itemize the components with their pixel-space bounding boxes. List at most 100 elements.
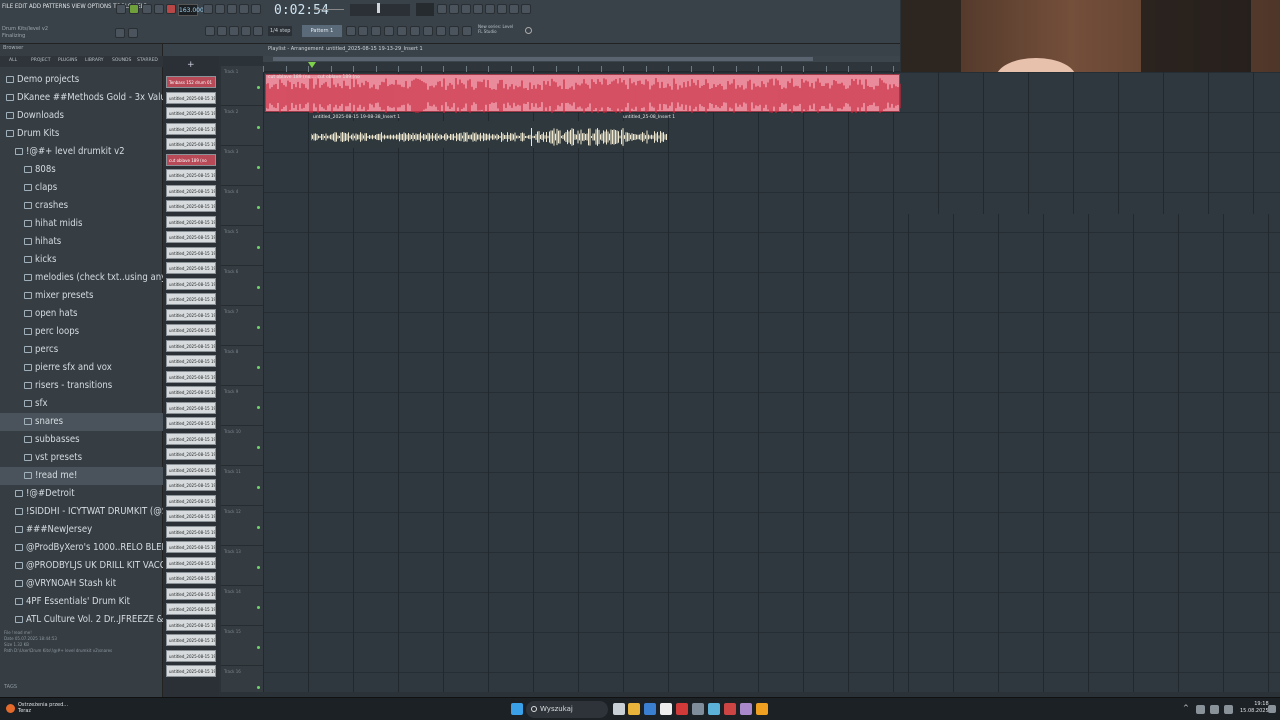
browser-item[interactable]: kicks bbox=[0, 251, 56, 269]
channel-button[interactable]: untitled_2025-08-15 19... bbox=[166, 587, 216, 600]
channel-button[interactable]: untitled_2025-08-15 19... bbox=[166, 386, 216, 398]
master-volume-slider[interactable] bbox=[314, 9, 344, 10]
play-icon[interactable] bbox=[142, 4, 152, 14]
browser-item[interactable]: !@#Detroit bbox=[0, 485, 75, 503]
playhead-marker-icon[interactable] bbox=[308, 62, 316, 68]
channel-button[interactable]: untitled_2025-08-15 19... bbox=[166, 169, 216, 181]
channel-button[interactable]: untitled_2025-08-15 19... bbox=[166, 262, 216, 274]
channel-button[interactable]: untitled_2025-08-15 19... bbox=[166, 448, 216, 460]
track-mute-led[interactable] bbox=[257, 326, 260, 329]
browser-item[interactable]: perc loops bbox=[0, 323, 79, 341]
pattern-selector[interactable]: Pattern 1 bbox=[302, 25, 342, 37]
snap-selector[interactable]: 1/4 step bbox=[268, 26, 292, 36]
master-pitch-knob[interactable] bbox=[377, 3, 380, 13]
record-icon[interactable] bbox=[166, 4, 176, 14]
channel-button[interactable]: untitled_2025-08-15 19... bbox=[166, 541, 216, 553]
start-icon[interactable] bbox=[511, 703, 523, 715]
taskbar-search[interactable]: Wyszukaj bbox=[526, 701, 608, 718]
track-header[interactable]: Track 8 bbox=[221, 346, 263, 386]
audio-clip-2[interactable]: untitled_2025-08-15 19-08-38_Insert 1 un… bbox=[310, 115, 675, 148]
channel-button[interactable]: untitled_2025-08-15 19... bbox=[166, 370, 216, 383]
keys-icon[interactable] bbox=[410, 26, 420, 36]
delete-icon[interactable] bbox=[253, 26, 263, 36]
track-header[interactable]: Track 3 bbox=[221, 146, 263, 186]
metronome-icon[interactable] bbox=[203, 4, 213, 14]
browser-item[interactable]: hihat midis bbox=[0, 215, 82, 233]
playlist-icon[interactable] bbox=[437, 4, 447, 14]
channel-button[interactable]: untitled_2025-08-15 19... bbox=[166, 91, 216, 104]
fl-studio-icon[interactable] bbox=[756, 703, 768, 715]
rack-small-icon[interactable] bbox=[384, 26, 394, 36]
plugin-picker-icon[interactable] bbox=[497, 4, 507, 14]
tray-chevron-icon[interactable]: ^ bbox=[1183, 704, 1189, 712]
app-icon[interactable] bbox=[692, 703, 704, 715]
discord-icon[interactable] bbox=[740, 703, 752, 715]
channel-button[interactable]: untitled_2025-08-15 19... bbox=[166, 510, 216, 522]
audio-icon[interactable] bbox=[436, 26, 446, 36]
channel-button[interactable]: untitled_2025-08-15 19... bbox=[166, 184, 216, 197]
obs-icon[interactable] bbox=[724, 703, 736, 715]
channel-button[interactable]: untitled_2025-08-15 19... bbox=[166, 308, 216, 321]
countdown-icon[interactable] bbox=[227, 4, 237, 14]
channel-button[interactable]: untitled_2025-08-15 19... bbox=[166, 246, 216, 259]
track-header[interactable]: Track 15 bbox=[221, 626, 263, 666]
song-mode-icon[interactable] bbox=[116, 4, 126, 14]
channel-button[interactable]: untitled_2025-08-15 19... bbox=[166, 138, 216, 150]
track-header[interactable]: Track 10 bbox=[221, 426, 263, 466]
add-pattern-icon[interactable] bbox=[346, 26, 356, 36]
browser-tab-sounds[interactable]: SOUNDS bbox=[112, 58, 131, 63]
track-mute-led[interactable] bbox=[257, 366, 260, 369]
mixer-small-icon[interactable] bbox=[371, 26, 381, 36]
add-channel-icon[interactable]: + bbox=[187, 60, 195, 70]
loop-record-icon[interactable] bbox=[239, 4, 249, 14]
stop-icon[interactable] bbox=[154, 4, 164, 14]
help-icon[interactable] bbox=[509, 4, 519, 14]
browser-item[interactable]: !@#+ level drumkit v2 bbox=[0, 143, 125, 161]
channel-button[interactable]: untitled_2025-08-15 19... bbox=[166, 355, 216, 367]
channel-button[interactable]: untitled_2025-08-15 19... bbox=[166, 525, 216, 538]
browser-item[interactable]: open hats bbox=[0, 305, 78, 323]
pencil-icon[interactable] bbox=[229, 26, 239, 36]
track-mute-led[interactable] bbox=[257, 686, 260, 689]
mic-icon[interactable] bbox=[423, 26, 433, 36]
undo-icon[interactable] bbox=[115, 28, 125, 38]
track-mute-led[interactable] bbox=[257, 406, 260, 409]
channel-button[interactable]: untitled_2025-08-15 19... bbox=[166, 401, 216, 414]
browser-tab-plugins[interactable]: PLUGINS bbox=[58, 58, 77, 63]
clone-icon[interactable] bbox=[358, 26, 368, 36]
track-mute-led[interactable] bbox=[257, 646, 260, 649]
track-mute-led[interactable] bbox=[257, 526, 260, 529]
channel-button[interactable]: cut oblave 189 (no bbox=[166, 153, 216, 166]
audio-clip-1[interactable]: cut oblave 189 (no ... cut oblave 189 (n… bbox=[265, 74, 901, 114]
track-header[interactable]: Track 9 bbox=[221, 386, 263, 426]
song-time-display[interactable]: 0:02:54 bbox=[274, 3, 329, 18]
channel-button[interactable]: untitled_2025-08-15 19... bbox=[166, 231, 216, 243]
task-view-icon[interactable] bbox=[613, 703, 625, 715]
channel-button[interactable]: untitled_2025-08-15 19... bbox=[166, 277, 216, 290]
channel-button[interactable]: untitled_2025-08-15 19... bbox=[166, 665, 216, 677]
browser-tab-starred[interactable]: STARRED bbox=[137, 58, 158, 63]
record-mode-icon[interactable] bbox=[128, 28, 138, 38]
track-header[interactable]: Track 7 bbox=[221, 306, 263, 346]
channel-button[interactable]: untitled_2025-08-15 19... bbox=[166, 107, 216, 119]
volume-icon[interactable] bbox=[1210, 705, 1219, 714]
channel-rack-icon[interactable] bbox=[449, 4, 459, 14]
track-header[interactable]: Track 14 bbox=[221, 586, 263, 626]
network-icon[interactable] bbox=[1196, 705, 1205, 714]
channel-button[interactable]: untitled_2025-08-15 19... bbox=[166, 479, 216, 491]
track-header[interactable]: Track 5 bbox=[221, 226, 263, 266]
piano-roll-icon[interactable] bbox=[473, 4, 483, 14]
mixer-icon[interactable] bbox=[461, 4, 471, 14]
track-mute-led[interactable] bbox=[257, 606, 260, 609]
brush-icon[interactable] bbox=[241, 26, 251, 36]
wait-icon[interactable] bbox=[215, 4, 225, 14]
render-icon[interactable] bbox=[449, 26, 459, 36]
timeline-ruler[interactable] bbox=[263, 62, 900, 72]
tags-label[interactable]: TAGS bbox=[4, 684, 17, 690]
browser-item[interactable]: pierre sfx and vox bbox=[0, 359, 112, 377]
channel-button[interactable]: untitled_2025-08-15 19... bbox=[166, 432, 216, 445]
settings-icon[interactable] bbox=[462, 26, 472, 36]
browser-item[interactable]: percs bbox=[0, 341, 58, 359]
channel-button[interactable]: untitled_2025-08-15 19... bbox=[166, 200, 216, 212]
channel-button[interactable]: untitled_2025-08-15 19... bbox=[166, 293, 216, 305]
